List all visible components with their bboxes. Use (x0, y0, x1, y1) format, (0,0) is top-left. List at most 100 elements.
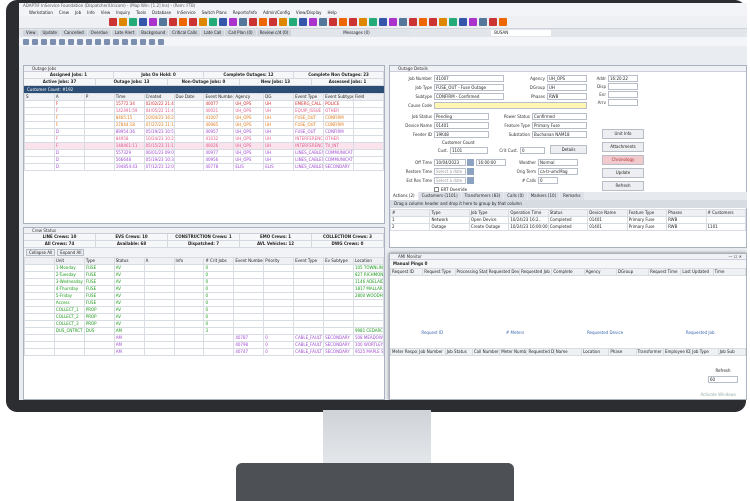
summary-cell[interactable]: All Crews: 74 (24, 241, 96, 248)
toolbar-icon[interactable] (179, 18, 187, 26)
side-button-4[interactable]: Refresh (602, 181, 644, 191)
column-header[interactable]: Time (712, 268, 747, 276)
table-row[interactable]: 1-MondayFUSEAV 0 105 TOWNLINE RD LOND (24, 264, 385, 272)
table-row[interactable]: Access FUSE AV 0 (24, 299, 385, 307)
menu-item[interactable]: Tools (136, 9, 146, 16)
menu-item[interactable]: Info (87, 9, 95, 16)
device-name-field[interactable]: 01401 (434, 122, 489, 129)
est-res-date-field[interactable]: Select a date (434, 177, 466, 184)
column-header[interactable]: Status (547, 209, 589, 217)
summary-cell[interactable]: COLLECTION Crews: 3 (312, 234, 384, 241)
column-header[interactable]: Priority (263, 257, 295, 265)
table-row[interactable]: D 89954:36 05/19/23 10:5.. 40957 UH_OPS UH FUS… (24, 128, 385, 136)
menu-item[interactable]: Help (328, 9, 337, 16)
toolbar-icon[interactable] (409, 18, 417, 26)
toolbar-icon[interactable] (499, 18, 507, 26)
menu-item[interactable]: Workstation (29, 9, 53, 16)
toolbar-icon[interactable] (379, 18, 387, 26)
toolbar-icon[interactable] (399, 18, 407, 26)
column-header[interactable]: # Customers (705, 209, 746, 217)
toolbar-icon[interactable] (319, 18, 327, 26)
menu-item[interactable]: Reports/Info (233, 9, 257, 16)
column-header[interactable]: Job Sub (717, 348, 747, 356)
column-header[interactable]: Job Type (690, 348, 719, 356)
toolbar-icon[interactable] (269, 18, 277, 26)
table-row[interactable]: D 566648 05/19/23 10:3.. 40956 UH_OPS UH LINES… (24, 156, 385, 164)
column-header[interactable]: Event Number (203, 93, 235, 101)
toolbar-icon[interactable] (259, 18, 267, 26)
column-header[interactable]: Job Number (417, 348, 446, 356)
summary-cell[interactable]: Assessed Jobs: 1 (312, 79, 384, 86)
summary-cell[interactable]: New Jobs: 13 (240, 79, 312, 86)
column-header[interactable]: Job Type (468, 209, 510, 217)
job-status-field[interactable]: Pending (434, 113, 489, 120)
column-header[interactable]: Event Subtype (323, 93, 354, 101)
toolbar-icon[interactable] (449, 18, 457, 26)
calendar-icon[interactable] (467, 168, 474, 175)
power-status-field[interactable]: Confirmed (532, 113, 587, 120)
restore-date-field[interactable]: Select a date (434, 168, 466, 175)
dgroup-field[interactable]: UH (547, 84, 587, 91)
table-row[interactable]: F 8465:15 10/04/23 16:2.. 41007 UH_OPS UH FUSE… (24, 114, 385, 122)
summary-cell[interactable]: EVS Crews: 10 (96, 234, 168, 241)
view-tab[interactable]: Late Call (200, 30, 225, 36)
summary-cell[interactable]: Available: 68 (96, 241, 168, 248)
column-header[interactable]: Type (429, 209, 470, 217)
toolbar-icon[interactable] (140, 38, 146, 45)
column-header[interactable]: Location (581, 348, 610, 356)
toolbar-icon[interactable] (199, 18, 207, 26)
view-tab[interactable]: Cancelled (61, 30, 87, 36)
toolbar-icon[interactable] (439, 18, 447, 26)
summary-cell[interactable]: Jobs On Hold: 0 (114, 72, 204, 79)
subtype-select[interactable]: CONFIRM - Confirmed (434, 93, 504, 100)
weather-select[interactable]: Normal (538, 159, 578, 166)
toolbar-icon[interactable] (149, 18, 157, 26)
column-header[interactable] (24, 257, 55, 265)
table-row[interactable]: D 557329 06/01/23 09:0.. 40977 UH_OPS UH LINES… (24, 149, 385, 157)
column-header[interactable]: Phases (666, 209, 707, 217)
summary-cell[interactable]: CONSTRUCTION Crews: 1 (168, 234, 240, 241)
toolbar-icon[interactable] (59, 38, 65, 45)
toolbar-icon[interactable] (229, 18, 237, 26)
agency-field[interactable]: UH_OPS (547, 75, 587, 82)
column-header[interactable]: DGroup (615, 268, 650, 276)
substation-field[interactable]: Buchanan NAM18 (532, 131, 587, 138)
view-tab[interactable]: Background (138, 30, 169, 36)
toolbar-icon[interactable] (149, 38, 155, 45)
toolbar-icon[interactable] (129, 18, 137, 26)
column-header[interactable]: Last Updated (680, 268, 714, 276)
toolbar-icon[interactable] (95, 38, 101, 45)
detail-tab[interactable]: Remarks (560, 192, 584, 200)
table-row[interactable]: 5-FridayFUSEAV 0 2800 WOODHULL RD LOND (24, 292, 385, 300)
manual-pings-tab[interactable]: Manual Pings 0 (390, 260, 746, 268)
summary-cell[interactable]: Assigned Jobs: 1 (24, 72, 114, 79)
summary-cell[interactable]: EMO Crews: 1 (240, 234, 312, 241)
calendar-icon[interactable] (467, 159, 474, 166)
toolbar-icon[interactable] (113, 38, 119, 45)
column-header[interactable]: Unit (53, 257, 85, 265)
table-row[interactable]: F 148461:11 05/15/23 11:1.. 40026 UH_OPS UH IN… (24, 142, 385, 150)
column-header[interactable]: Transformer (635, 348, 664, 356)
summary-cell[interactable]: Outage Jobs: 13 (96, 79, 168, 86)
menu-item[interactable]: View/Display (296, 9, 322, 16)
side-button-1[interactable]: Attachments (602, 142, 644, 152)
menu-item[interactable]: Job (75, 9, 81, 16)
collapse-all-button[interactable]: Collapse All (26, 249, 56, 256)
summary-cell[interactable]: Non-Outage Jobs: 0 (168, 79, 240, 86)
toolbar-icon[interactable] (119, 18, 127, 26)
messages-button[interactable]: Messages (0) (340, 30, 411, 36)
column-header[interactable]: Location (352, 257, 385, 265)
column-header[interactable]: Employee ID (662, 348, 692, 356)
feature-type-field[interactable]: Primary Fuse (532, 122, 587, 129)
column-header[interactable]: Created (143, 93, 175, 101)
table-row[interactable]: 1 Network Open Device 10/24/23 16:2.. Comple… (389, 216, 746, 224)
column-header[interactable]: Phase (608, 348, 637, 356)
toolbar-icon[interactable] (32, 38, 38, 45)
column-header[interactable]: Event Type (293, 257, 325, 265)
column-header[interactable]: # Crit Jobs (203, 257, 235, 265)
toolbar-icon[interactable] (139, 18, 147, 26)
detail-tab[interactable]: Actions (2) (390, 192, 418, 200)
column-header[interactable]: Status (113, 257, 145, 265)
toolbar-icon[interactable] (158, 38, 164, 45)
view-tab[interactable]: Critical Calls (169, 30, 200, 36)
